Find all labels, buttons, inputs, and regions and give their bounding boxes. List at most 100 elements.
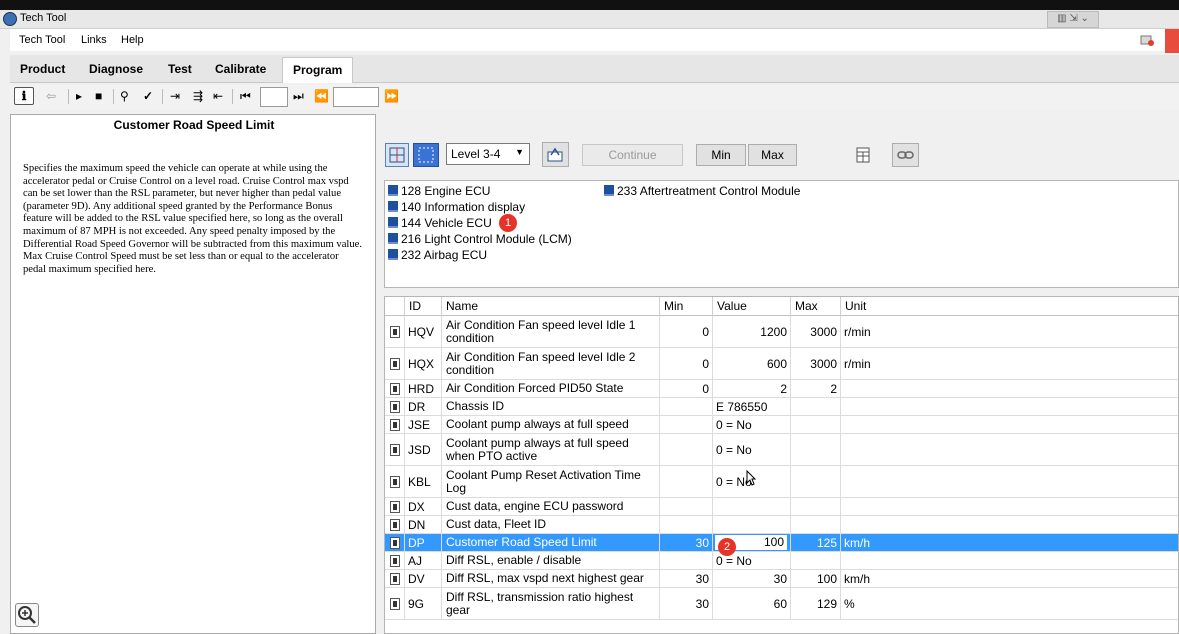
stop-icon[interactable]: ■: [95, 88, 102, 104]
tab-product[interactable]: Product: [20, 62, 65, 76]
min-cell: [660, 434, 713, 465]
name-cell: Chassis ID: [442, 398, 660, 415]
min-cell: [660, 416, 713, 433]
min-cell: [660, 398, 713, 415]
column-header-id[interactable]: ID: [405, 297, 442, 316]
menu-links[interactable]: Links: [81, 34, 107, 46]
play-icon[interactable]: ▸: [76, 88, 82, 104]
continue-button[interactable]: Continue: [582, 144, 683, 166]
chevron-down-icon: ▼: [515, 147, 524, 157]
select-all-icon: [418, 147, 434, 163]
ecu-item[interactable]: 144 Vehicle ECU: [388, 216, 492, 230]
value-cell[interactable]: 60: [713, 588, 791, 619]
id-cell: HQV: [405, 316, 442, 347]
table-row[interactable]: KBL Coolant Pump Reset Activation Time Lo…: [385, 466, 1178, 498]
max-button[interactable]: Max: [748, 144, 797, 166]
row-type-cell: [385, 380, 405, 397]
value-cell[interactable]: 0 = No: [713, 434, 791, 465]
tab-calibrate[interactable]: Calibrate: [215, 62, 266, 76]
table-row[interactable]: DN Cust data, Fleet ID: [385, 516, 1178, 534]
value-cell[interactable]: 2: [713, 380, 791, 397]
value-cell[interactable]: 600: [713, 348, 791, 379]
row-type-cell: [385, 416, 405, 433]
value-cell[interactable]: 30: [713, 570, 791, 587]
step-out-icon[interactable]: ⇤: [213, 88, 223, 104]
back-icon[interactable]: ⇦: [46, 88, 56, 104]
table-row[interactable]: AJ Diff RSL, enable / disable 0 = No: [385, 552, 1178, 570]
table-row[interactable]: 9G Diff RSL, transmission ratio highest g…: [385, 588, 1178, 620]
fast-forward-icon[interactable]: ⏩: [384, 88, 399, 104]
value-cell[interactable]: [713, 498, 791, 515]
column-header-name[interactable]: Name: [442, 297, 660, 316]
ecu-item[interactable]: 128 Engine ECU: [388, 184, 490, 198]
menu-tech-tool[interactable]: Tech Tool: [19, 34, 65, 46]
table-row[interactable]: DX Cust data, engine ECU password: [385, 498, 1178, 516]
value-cell[interactable]: E 786550: [713, 398, 791, 415]
tray-alert-icon[interactable]: [1165, 29, 1179, 53]
column-header-min[interactable]: Min: [660, 297, 713, 316]
id-cell: DV: [405, 570, 442, 587]
min-cell: 0: [660, 348, 713, 379]
name-cell: Customer Road Speed Limit: [442, 534, 660, 551]
ecu-item[interactable]: 140 Information display: [388, 200, 525, 214]
column-header-value[interactable]: Value: [713, 297, 791, 316]
menu-help[interactable]: Help: [121, 34, 144, 46]
min-cell: [660, 498, 713, 515]
tray-tool-icon[interactable]: [1140, 34, 1154, 46]
unit-cell: [841, 516, 1178, 533]
tab-test[interactable]: Test: [168, 62, 192, 76]
tab-program[interactable]: Program: [282, 57, 354, 83]
table-row[interactable]: HRD Air Condition Forced PID50 State 0 2 2: [385, 380, 1178, 398]
table-row[interactable]: DR Chassis ID E 786550: [385, 398, 1178, 416]
value-cell[interactable]: 0 = No: [713, 416, 791, 433]
table-row[interactable]: HQX Air Condition Fan speed level Idle 2 …: [385, 348, 1178, 380]
check-icon[interactable]: ✓: [143, 88, 153, 104]
table-row[interactable]: DP Customer Road Speed Limit 30 100 125 km/h: [385, 534, 1178, 552]
max-cell: [791, 552, 841, 569]
max-cell: [791, 434, 841, 465]
table-row[interactable]: DV Diff RSL, max vspd next highest gear 30…: [385, 570, 1178, 588]
id-cell: JSD: [405, 434, 442, 465]
max-cell: 3000: [791, 348, 841, 379]
toolbar: ℹ ⇦ ▸ ■ ⚲ ✓ ⇥ ⇶ ⇤ ⏮ ⏭ ⏪ ⏩: [10, 85, 1179, 109]
menu-bar: Tech Tool Links Help: [10, 29, 1179, 51]
select-all-button[interactable]: [413, 143, 439, 167]
info-icon[interactable]: ℹ: [14, 87, 34, 105]
level-select[interactable]: Level 3-4 ▼: [446, 143, 530, 165]
calculator-icon[interactable]: [853, 146, 873, 164]
window-controls[interactable]: ▥ ⇲ ⌄: [1047, 11, 1099, 28]
unit-cell: [841, 498, 1178, 515]
value-cell[interactable]: [713, 516, 791, 533]
table-row[interactable]: JSD Coolant pump always at full speed whe…: [385, 434, 1178, 466]
rewind-icon[interactable]: ⏪: [314, 88, 329, 104]
step-field[interactable]: [260, 87, 288, 107]
table-row[interactable]: JSE Coolant pump always at full speed 0 = …: [385, 416, 1178, 434]
position-field[interactable]: [333, 87, 379, 107]
skip-icon[interactable]: ⏭: [293, 88, 304, 104]
zoom-button[interactable]: [15, 603, 39, 627]
min-button[interactable]: Min: [696, 144, 746, 166]
mouse-cursor-icon: [746, 470, 756, 486]
id-cell: JSE: [405, 416, 442, 433]
step-over-icon[interactable]: ⇶: [193, 88, 203, 104]
first-icon[interactable]: ⏮: [240, 88, 251, 104]
watch-icon[interactable]: ⚲: [120, 88, 129, 104]
id-cell: AJ: [405, 552, 442, 569]
table-row[interactable]: HQV Air Condition Fan speed level Idle 1 …: [385, 316, 1178, 348]
link-icon: [897, 151, 914, 159]
view-parameters-button[interactable]: [385, 143, 409, 167]
ecu-item[interactable]: 233 Aftertreatment Control Module: [604, 184, 800, 198]
link-button[interactable]: [892, 143, 919, 167]
id-cell: DR: [405, 398, 442, 415]
value-cell[interactable]: 1200: [713, 316, 791, 347]
column-header-unit[interactable]: Unit: [841, 297, 1178, 316]
unit-cell: km/h: [844, 535, 871, 550]
save-to-file-button[interactable]: [542, 142, 569, 167]
column-header-max[interactable]: Max: [791, 297, 841, 316]
ecu-item[interactable]: 216 Light Control Module (LCM): [388, 232, 572, 246]
min-cell: 0: [660, 380, 713, 397]
tab-diagnose[interactable]: Diagnose: [89, 62, 143, 76]
title-bar: Tech Tool ▥ ⇲ ⌄: [0, 10, 1179, 29]
ecu-item[interactable]: 232 Airbag ECU: [388, 248, 487, 262]
step-into-icon[interactable]: ⇥: [170, 88, 180, 104]
